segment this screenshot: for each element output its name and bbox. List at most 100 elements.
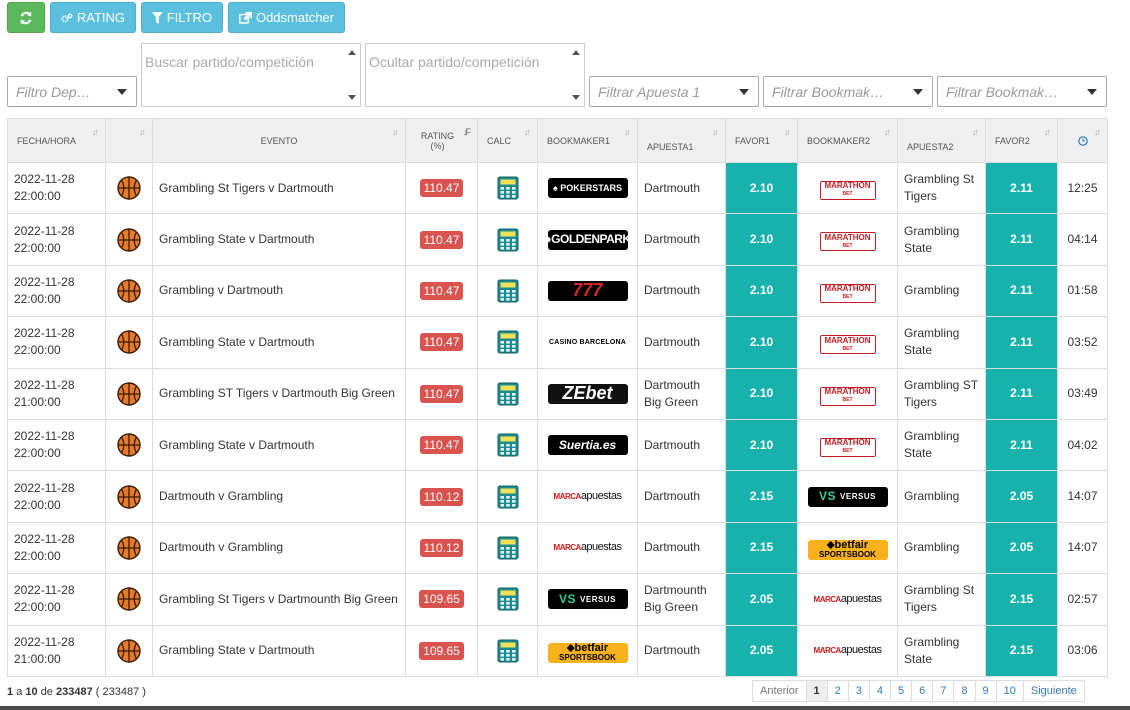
cell-evento[interactable]: Dartmouth v Grambling	[152, 521, 406, 575]
cell-bookmaker2[interactable]: ⬥betfair SPORTSBOOK	[797, 521, 898, 575]
cell-bookmaker1[interactable]: Suertia.es	[537, 418, 638, 472]
bookmaker-logo-marca[interactable]: MARCA apuestas	[807, 640, 888, 661]
table-row[interactable]: 2022-11-28 22:00:00 Grambling v Dartmouth 1…	[7, 264, 1108, 318]
bookmaker-logo-marathon[interactable]: MARATHON BET	[819, 180, 876, 200]
scroll-up-icon[interactable]	[348, 50, 356, 55]
calculator-icon[interactable]	[497, 176, 519, 200]
cell-bookmaker1[interactable]: CASINO BARCELONA	[537, 316, 638, 369]
bookmaker-logo-marca[interactable]: MARCA apuestas	[547, 537, 628, 558]
cell-evento[interactable]: Grambling State v Dartmouth	[152, 624, 406, 677]
refresh-button[interactable]	[7, 2, 45, 33]
cell-bookmaker1[interactable]: ZEbet	[537, 367, 638, 420]
pagination-page[interactable]: 6	[911, 680, 934, 702]
rating-button[interactable]: RATING	[50, 2, 136, 33]
pagination-page[interactable]: 9	[974, 680, 997, 702]
cell-evento[interactable]: Grambling v Dartmouth	[152, 264, 406, 318]
table-row[interactable]: 2022-11-28 22:00:00 Grambling State v Dart…	[7, 316, 1108, 369]
ocultar-partido-textarea[interactable]: Ocultar partido/competición	[365, 43, 585, 107]
col-evento[interactable]: EVENTO ↓↑	[152, 118, 406, 163]
calculator-icon[interactable]	[497, 228, 519, 252]
filtrar-bookmaker2-select[interactable]: Filtrar Bookmak…	[937, 76, 1107, 107]
cell-bookmaker2[interactable]: MARATHON BET	[797, 213, 898, 266]
bookmaker-logo-marathon[interactable]: MARATHON BET	[819, 437, 876, 457]
bookmaker-logo-marathon[interactable]: MARATHON BET	[819, 386, 876, 406]
cell-bookmaker1[interactable]: ●GOLDENPARK	[537, 213, 638, 266]
scroll-up-icon[interactable]	[572, 50, 580, 55]
cell-bookmaker1[interactable]: 777	[537, 264, 638, 318]
bookmaker-logo-pokerstars[interactable]: ♠ POKERSTARS	[547, 178, 628, 199]
cell-bookmaker2[interactable]: MARATHON BET	[797, 316, 898, 369]
col-bookmaker1[interactable]: BOOKMAKER1 ↓↑	[537, 118, 638, 163]
calculator-icon[interactable]	[497, 433, 519, 457]
calculator-icon[interactable]	[497, 587, 519, 611]
table-row[interactable]: 2022-11-28 22:00:00 Grambling State v Dart…	[7, 418, 1108, 472]
cell-calc[interactable]	[477, 470, 538, 523]
cell-bookmaker2[interactable]: MARATHON BET	[797, 264, 898, 318]
cell-evento[interactable]: Grambling State v Dartmouth	[152, 316, 406, 369]
cell-evento[interactable]: Grambling State v Dartmouth	[152, 213, 406, 266]
filtrar-bookmaker1-select[interactable]: Filtrar Bookmak…	[763, 76, 933, 107]
pagination-page[interactable]: 1	[805, 680, 828, 702]
calculator-icon[interactable]	[497, 330, 519, 354]
col-bookmaker2[interactable]: BOOKMAKER2 ↓↑	[797, 118, 898, 163]
cell-evento[interactable]: Grambling State v Dartmouth	[152, 418, 406, 472]
calculator-icon[interactable]	[497, 485, 519, 509]
filtro-deporte-select[interactable]: Filtro Dep…	[7, 76, 137, 107]
table-row[interactable]: 2022-11-28 21:00:00 Grambling ST Tigers v …	[7, 367, 1108, 420]
calculator-icon[interactable]	[497, 536, 519, 560]
cell-bookmaker2[interactable]: MARCA apuestas	[797, 624, 898, 677]
bookmaker-logo-marathon[interactable]: MARATHON BET	[819, 335, 876, 355]
cell-calc[interactable]	[477, 521, 538, 575]
bookmaker-logo-goldenpark[interactable]: ●GOLDENPARK	[547, 229, 628, 250]
pagination-page[interactable]: 2	[826, 680, 849, 702]
scroll-down-icon[interactable]	[348, 95, 356, 100]
bookmaker-logo-zebet[interactable]: ZEbet	[547, 383, 628, 404]
cell-evento[interactable]: Grambling St Tigers v Dartmouth	[152, 161, 406, 215]
col-rating[interactable]: RATING (%) ↓F	[405, 118, 478, 163]
pagination-prev[interactable]: Anterior	[752, 680, 807, 702]
bookmaker-logo-versus[interactable]: VS VERSUS	[547, 589, 628, 610]
col-apuesta1[interactable]: APUESTA1 ↓↑	[637, 118, 726, 163]
col-deporte[interactable]: ↓↑	[105, 118, 153, 163]
bookmaker-logo-777[interactable]: 777	[547, 280, 628, 301]
table-row[interactable]: 2022-11-28 22:00:00 Grambling State v Dart…	[7, 213, 1108, 266]
calculator-icon[interactable]	[497, 382, 519, 406]
cell-evento[interactable]: Grambling St Tigers v Dartmounth Big Gre…	[152, 573, 406, 626]
cell-bookmaker2[interactable]: MARCA apuestas	[797, 573, 898, 626]
bookmaker-logo-suertia[interactable]: Suertia.es	[547, 435, 628, 456]
pagination-page[interactable]: 8	[953, 680, 976, 702]
cell-calc[interactable]	[477, 573, 538, 626]
scrollbar[interactable]	[345, 44, 360, 106]
pagination-page[interactable]: 10	[995, 680, 1024, 702]
table-row[interactable]: 2022-11-28 22:00:00 Grambling St Tigers v …	[7, 161, 1108, 215]
cell-bookmaker1[interactable]: ♠ POKERSTARS	[537, 161, 638, 215]
filtro-button[interactable]: FILTRO	[141, 2, 223, 33]
col-calc[interactable]: CALC ↓↑	[477, 118, 538, 163]
scrollbar[interactable]	[569, 44, 584, 106]
table-row[interactable]: 2022-11-28 22:00:00 Grambling St Tigers v …	[7, 573, 1108, 626]
col-favor1[interactable]: FAVOR1 ↓↑	[725, 118, 798, 163]
oddsmatcher-button[interactable]: Oddsmatcher	[228, 2, 345, 33]
buscar-partido-textarea[interactable]: Buscar partido/competición	[141, 43, 361, 107]
bookmaker-logo-casino[interactable]: CASINO BARCELONA	[547, 332, 628, 353]
pagination-page[interactable]: 3	[847, 680, 870, 702]
cell-bookmaker1[interactable]: VS VERSUS	[537, 573, 638, 626]
cell-calc[interactable]	[477, 264, 538, 318]
cell-calc[interactable]	[477, 367, 538, 420]
col-age[interactable]: ↓↑	[1057, 118, 1108, 163]
cell-bookmaker2[interactable]: MARATHON BET	[797, 161, 898, 215]
filtrar-apuesta1-select[interactable]: Filtrar Apuesta 1	[589, 76, 759, 107]
cell-calc[interactable]	[477, 213, 538, 266]
pagination-page[interactable]: 5	[890, 680, 913, 702]
col-apuesta2[interactable]: APUESTA2 ↓↑	[897, 118, 986, 163]
table-row[interactable]: 2022-11-28 22:00:00 Dartmouth v Grambling 1…	[7, 521, 1108, 575]
pagination-next[interactable]: Siguiente	[1022, 680, 1085, 702]
bookmaker-logo-marathon[interactable]: MARATHON BET	[819, 232, 876, 252]
table-row[interactable]: 2022-11-28 21:00:00 Grambling State v Dart…	[7, 624, 1108, 677]
cell-evento[interactable]: Grambling ST Tigers v Dartmouth Big Gree…	[152, 367, 406, 420]
scroll-down-icon[interactable]	[572, 95, 580, 100]
cell-calc[interactable]	[477, 624, 538, 677]
bookmaker-logo-versus[interactable]: VS VERSUS	[807, 486, 888, 507]
cell-calc[interactable]	[477, 418, 538, 472]
bookmaker-logo-marca[interactable]: MARCA apuestas	[547, 486, 628, 507]
